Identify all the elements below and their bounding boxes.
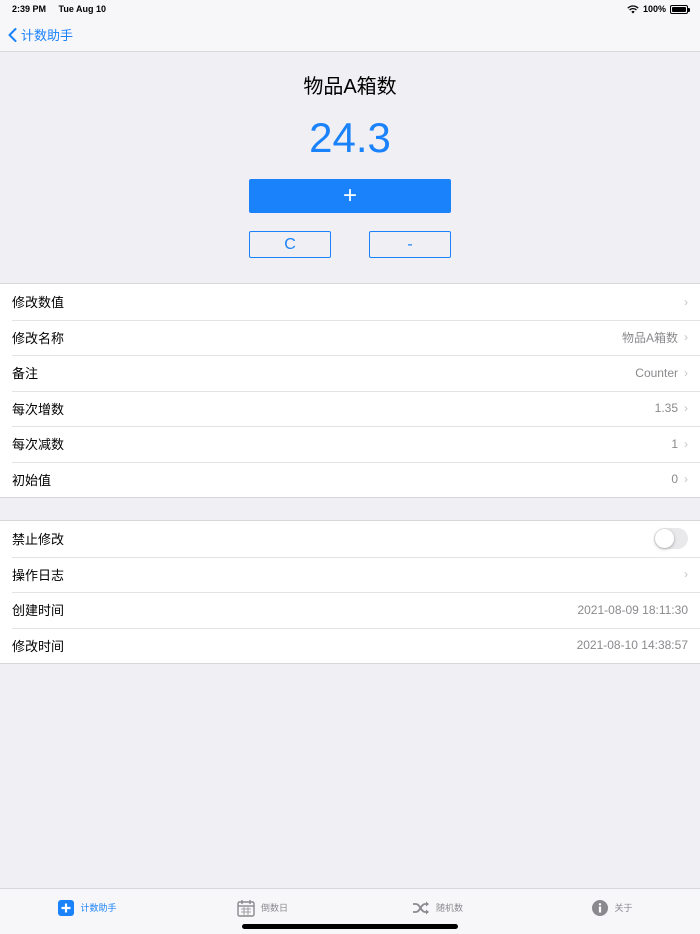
counter-header: 物品A箱数 24.3 + C -: [0, 52, 700, 284]
tab-about[interactable]: 关于: [525, 889, 700, 934]
row-label: 每次增数: [12, 401, 65, 417]
row-label: 备注: [12, 366, 39, 382]
tab-label: 倒数日: [260, 903, 288, 913]
battery-icon: [670, 4, 690, 14]
status-date: Tue Aug 10: [58, 4, 107, 14]
row-label: 修改名称: [12, 330, 65, 346]
info-icon: [592, 899, 609, 916]
increment-button[interactable]: +: [249, 179, 451, 213]
tab-label: 随机数: [435, 903, 463, 913]
chevron-right-icon: ›: [684, 365, 688, 380]
row-label: 禁止修改: [12, 532, 65, 548]
row-value: 物品A箱数: [621, 330, 678, 345]
row-edit-value[interactable]: 修改数值 ›: [0, 284, 700, 320]
row-decrement-step[interactable]: 每次减数 1 ›: [0, 426, 700, 462]
row-label: 操作日志: [12, 567, 65, 583]
back-button[interactable]: 计数助手: [8, 25, 73, 44]
row-lock-editing: 禁止修改: [0, 521, 700, 557]
row-increment-step[interactable]: 每次增数 1.35 ›: [0, 390, 700, 427]
battery-percent: 100%: [642, 4, 666, 14]
plus-square-icon: [58, 899, 75, 916]
row-value: 1.35: [654, 401, 678, 416]
settings-group-counter: 修改数值 › 修改名称 物品A箱数 › 备注 Counter › 每次增数 1.…: [0, 283, 700, 498]
counter-title: 物品A箱数: [303, 76, 397, 98]
chevron-right-icon: ›: [684, 294, 688, 309]
row-label: 初始值: [12, 472, 52, 488]
toggle-knob: [655, 529, 674, 549]
back-button-label: 计数助手: [21, 28, 74, 43]
row-label: 创建时间: [12, 603, 65, 619]
row-value: Counter: [635, 365, 678, 380]
navigation-bar: 计数助手: [0, 18, 700, 52]
tab-label: 关于: [614, 903, 633, 913]
chevron-right-icon: ›: [684, 401, 688, 416]
row-label: 每次减数: [12, 437, 65, 453]
wifi-icon: [627, 4, 639, 13]
chevron-right-icon: ›: [684, 472, 688, 487]
decrement-button[interactable]: -: [369, 231, 451, 258]
row-value: 2021-08-10 14:38:57: [576, 638, 688, 653]
row-value: 1: [671, 436, 678, 451]
counter-value: 24.3: [309, 114, 391, 161]
calendar-icon: [237, 899, 255, 917]
row-label: 修改数值: [12, 295, 65, 311]
row-label: 修改时间: [12, 638, 65, 654]
chevron-right-icon: ›: [684, 330, 688, 345]
row-edit-name[interactable]: 修改名称 物品A箱数 ›: [0, 319, 700, 356]
tab-counter[interactable]: 计数助手: [0, 889, 175, 934]
clear-button[interactable]: C: [249, 231, 331, 258]
row-value: 0: [671, 472, 678, 487]
status-left: 2:39 PM Tue Aug 10: [12, 4, 116, 14]
row-operation-log[interactable]: 操作日志 ›: [0, 556, 700, 593]
chevron-right-icon: ›: [684, 567, 688, 582]
row-note[interactable]: 备注 Counter ›: [0, 355, 700, 391]
row-value: 2021-08-09 18:11:30: [577, 602, 688, 617]
chevron-left-icon: [8, 27, 17, 42]
home-indicator[interactable]: [242, 924, 458, 929]
chevron-right-icon: ›: [684, 436, 688, 451]
shuffle-icon: [412, 901, 429, 914]
lock-editing-toggle[interactable]: [654, 528, 688, 550]
status-time: 2:39 PM: [12, 4, 47, 14]
tab-label: 计数助手: [80, 903, 117, 913]
row-initial-value[interactable]: 初始值 0 ›: [0, 461, 700, 498]
row-created-time: 创建时间 2021-08-09 18:11:30: [0, 592, 700, 628]
row-modified-time: 修改时间 2021-08-10 14:38:57: [0, 627, 700, 664]
status-bar: 2:39 PM Tue Aug 10 100%: [0, 0, 700, 18]
status-right: 100%: [627, 4, 690, 14]
settings-group-info: 禁止修改 操作日志 › 创建时间 2021-08-09 18:11:30 修改时…: [0, 520, 700, 664]
